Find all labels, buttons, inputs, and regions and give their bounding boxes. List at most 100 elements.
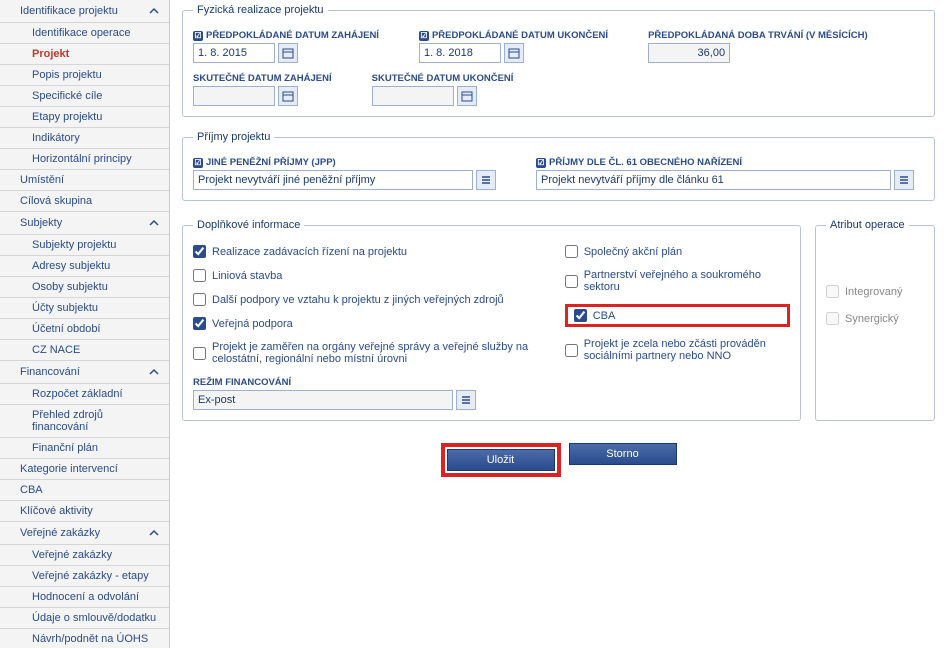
sidebar-item-finan-n-pl-n[interactable]: Finanční plán	[0, 438, 169, 459]
cancel-button[interactable]: Storno	[569, 443, 677, 465]
sidebar-item-indik-tory[interactable]: Indikátory	[0, 128, 169, 149]
sidebar-item-label: Údaje o smlouvě/dodatku	[32, 612, 156, 624]
sidebar-item-label: Finanční plán	[32, 442, 98, 454]
sidebar-item-label: Osoby subjektu	[32, 281, 108, 293]
sidebar-item-label: Umístění	[20, 174, 64, 186]
fieldset-atribut: Atribut operace Integrovaný Synergický	[815, 219, 935, 421]
sidebar-item-cba[interactable]: CBA	[0, 480, 169, 501]
check-organy[interactable]: Projekt je zaměřen na orgány veřejné spr…	[193, 341, 535, 365]
sidebar-item-label: Identifikace projektu	[20, 5, 118, 17]
sidebar-item-subjekty-projektu[interactable]: Subjekty projektu	[0, 235, 169, 256]
chevron-up-icon	[147, 216, 161, 230]
chevron-up-icon	[147, 365, 161, 379]
sidebar-item-kategorie-intervenc-[interactable]: Kategorie intervencí	[0, 459, 169, 480]
check-realizace[interactable]: Realizace zadávacích řízení na projektu	[193, 245, 535, 258]
input-end-plan[interactable]	[419, 43, 501, 63]
sidebar-item-ve-ejn-zak-zky-etapy[interactable]: Veřejné zakázky - etapy	[0, 566, 169, 587]
list-icon[interactable]	[456, 390, 476, 410]
chevron-up-icon	[147, 4, 161, 18]
sidebar-item-label: Financování	[20, 366, 80, 378]
sidebar-item-adresy-subjektu[interactable]: Adresy subjektu	[0, 256, 169, 277]
sidebar-item-label: Veřejné zakázky	[32, 549, 112, 561]
sidebar-item-label: Adresy subjektu	[32, 260, 110, 272]
input-rezim[interactable]	[193, 390, 453, 410]
input-duration[interactable]	[648, 43, 730, 63]
required-icon: ☑	[419, 31, 429, 41]
sidebar-item-label: Cílová skupina	[20, 195, 92, 207]
chevron-up-icon	[147, 526, 161, 540]
sidebar-item-label: Veřejné zakázky - etapy	[32, 570, 149, 582]
sidebar-item-identifikace-projektu[interactable]: Identifikace projektu	[0, 0, 169, 23]
label-jpp: ☑JINÉ PENĚŽNÍ PŘÍJMY (JPP)	[193, 157, 496, 168]
sidebar-item-identifikace-operace[interactable]: Identifikace operace	[0, 23, 169, 44]
check-synergicky[interactable]: Synergický	[826, 312, 924, 325]
sidebar-item-ve-ejn-zak-zky[interactable]: Veřejné zakázky	[0, 545, 169, 566]
sidebar-item-um-st-n-[interactable]: Umístění	[0, 170, 169, 191]
sidebar-item-horizont-ln-principy[interactable]: Horizontální principy	[0, 149, 169, 170]
input-start-plan[interactable]	[193, 43, 275, 63]
legend-doplnkove: Doplňkové informace	[193, 219, 304, 231]
label-end-real: SKUTEČNÉ DATUM UKONČENÍ	[372, 73, 514, 84]
sidebar-item--etn-obdob-[interactable]: Účetní období	[0, 319, 169, 340]
sidebar-item--daje-o-smlouv-dodatku[interactable]: Údaje o smlouvě/dodatku	[0, 608, 169, 629]
sidebar-item-label: Etapy projektu	[32, 111, 102, 123]
sidebar-item-label: Subjekty projektu	[32, 239, 116, 251]
label-start-real: SKUTEČNÉ DATUM ZAHÁJENÍ	[193, 73, 332, 84]
sidebar-item-financov-n-[interactable]: Financování	[0, 361, 169, 384]
sidebar-item-ve-ejn-zak-zky[interactable]: Veřejné zakázky	[0, 522, 169, 545]
required-icon: ☑	[193, 31, 203, 41]
check-liniova[interactable]: Liniová stavba	[193, 269, 535, 282]
check-socialni-partneri[interactable]: Projekt je zcela nebo zčásti prováděn so…	[565, 338, 790, 362]
check-integrovany[interactable]: Integrovaný	[826, 285, 924, 298]
sidebar-item-hodnocen-a-odvol-n-[interactable]: Hodnocení a odvolání	[0, 587, 169, 608]
sidebar-item-specifick-c-le[interactable]: Specifické cíle	[0, 86, 169, 107]
input-jpp[interactable]	[193, 170, 473, 190]
sidebar-item-etapy-projektu[interactable]: Etapy projektu	[0, 107, 169, 128]
sidebar-item-rozpo-et-z-kladn-[interactable]: Rozpočet základní	[0, 384, 169, 405]
sidebar-item-label: Návrh/podnět na ÚOHS	[32, 633, 148, 645]
sidebar-item-label: CZ NACE	[32, 344, 80, 356]
main-content: Fyzická realizace projektu ☑PŘEDPOKLÁDAN…	[170, 0, 947, 648]
calendar-icon[interactable]	[504, 43, 524, 63]
sidebar-item-label: Specifické cíle	[32, 90, 102, 102]
sidebar-item-popis-projektu[interactable]: Popis projektu	[0, 65, 169, 86]
legend-prijmy: Příjmy projektu	[193, 131, 274, 143]
required-icon: ☑	[193, 158, 203, 168]
save-button[interactable]: Uložit	[447, 449, 555, 471]
sidebar-item-p-ehled-zdroj-financov-n-[interactable]: Přehled zdrojů financování	[0, 405, 169, 438]
calendar-icon[interactable]	[278, 86, 298, 106]
sidebar-item-label: Účty subjektu	[32, 302, 98, 314]
input-end-real[interactable]	[372, 86, 454, 106]
sidebar-item-label: Indikátory	[32, 132, 80, 144]
sidebar-item--ty-subjektu[interactable]: Účty subjektu	[0, 298, 169, 319]
check-verejna-podpora[interactable]: Veřejná podpora	[193, 317, 535, 330]
check-dalsi-podpory[interactable]: Další podpory ve vztahu k projektu z jin…	[193, 293, 535, 306]
sidebar-item-kl-ov-aktivity[interactable]: Klíčové aktivity	[0, 501, 169, 522]
sidebar-item-label: Účetní období	[32, 323, 101, 335]
calendar-icon[interactable]	[278, 43, 298, 63]
list-icon[interactable]	[476, 170, 496, 190]
sidebar-item-label: Popis projektu	[32, 69, 102, 81]
check-cba[interactable]: CBA	[574, 309, 616, 322]
sidebar-item-cz-nace[interactable]: CZ NACE	[0, 340, 169, 361]
sidebar-item-label: Klíčové aktivity	[20, 505, 93, 517]
sidebar-item-n-vrh-podn-t-na-ohs[interactable]: Návrh/podnět na ÚOHS	[0, 629, 169, 648]
sidebar-item-projekt[interactable]: Projekt	[0, 44, 169, 65]
sidebar-item-c-lov-skupina[interactable]: Cílová skupina	[0, 191, 169, 212]
sidebar-item-label: CBA	[20, 484, 43, 496]
fieldset-prijmy: Příjmy projektu ☑JINÉ PENĚŽNÍ PŘÍJMY (JP…	[182, 131, 935, 201]
sidebar-nav: Identifikace projektu Identifikace operac…	[0, 0, 170, 648]
legend-atribut: Atribut operace	[826, 219, 909, 231]
sidebar-item-osoby-subjektu[interactable]: Osoby subjektu	[0, 277, 169, 298]
check-spolecny-plan[interactable]: Společný akční plán	[565, 245, 790, 258]
input-cl61[interactable]	[536, 170, 891, 190]
input-start-real[interactable]	[193, 86, 275, 106]
sidebar-item-label: Kategorie intervencí	[20, 463, 118, 475]
list-icon[interactable]	[894, 170, 914, 190]
calendar-icon[interactable]	[457, 86, 477, 106]
sidebar-item-label: Identifikace operace	[32, 27, 130, 39]
sidebar-item-subjekty[interactable]: Subjekty	[0, 212, 169, 235]
sidebar-item-label: Projekt	[32, 48, 69, 60]
check-partnerstvi[interactable]: Partnerství veřejného a soukromého sekto…	[565, 269, 790, 293]
required-icon: ☑	[536, 158, 546, 168]
